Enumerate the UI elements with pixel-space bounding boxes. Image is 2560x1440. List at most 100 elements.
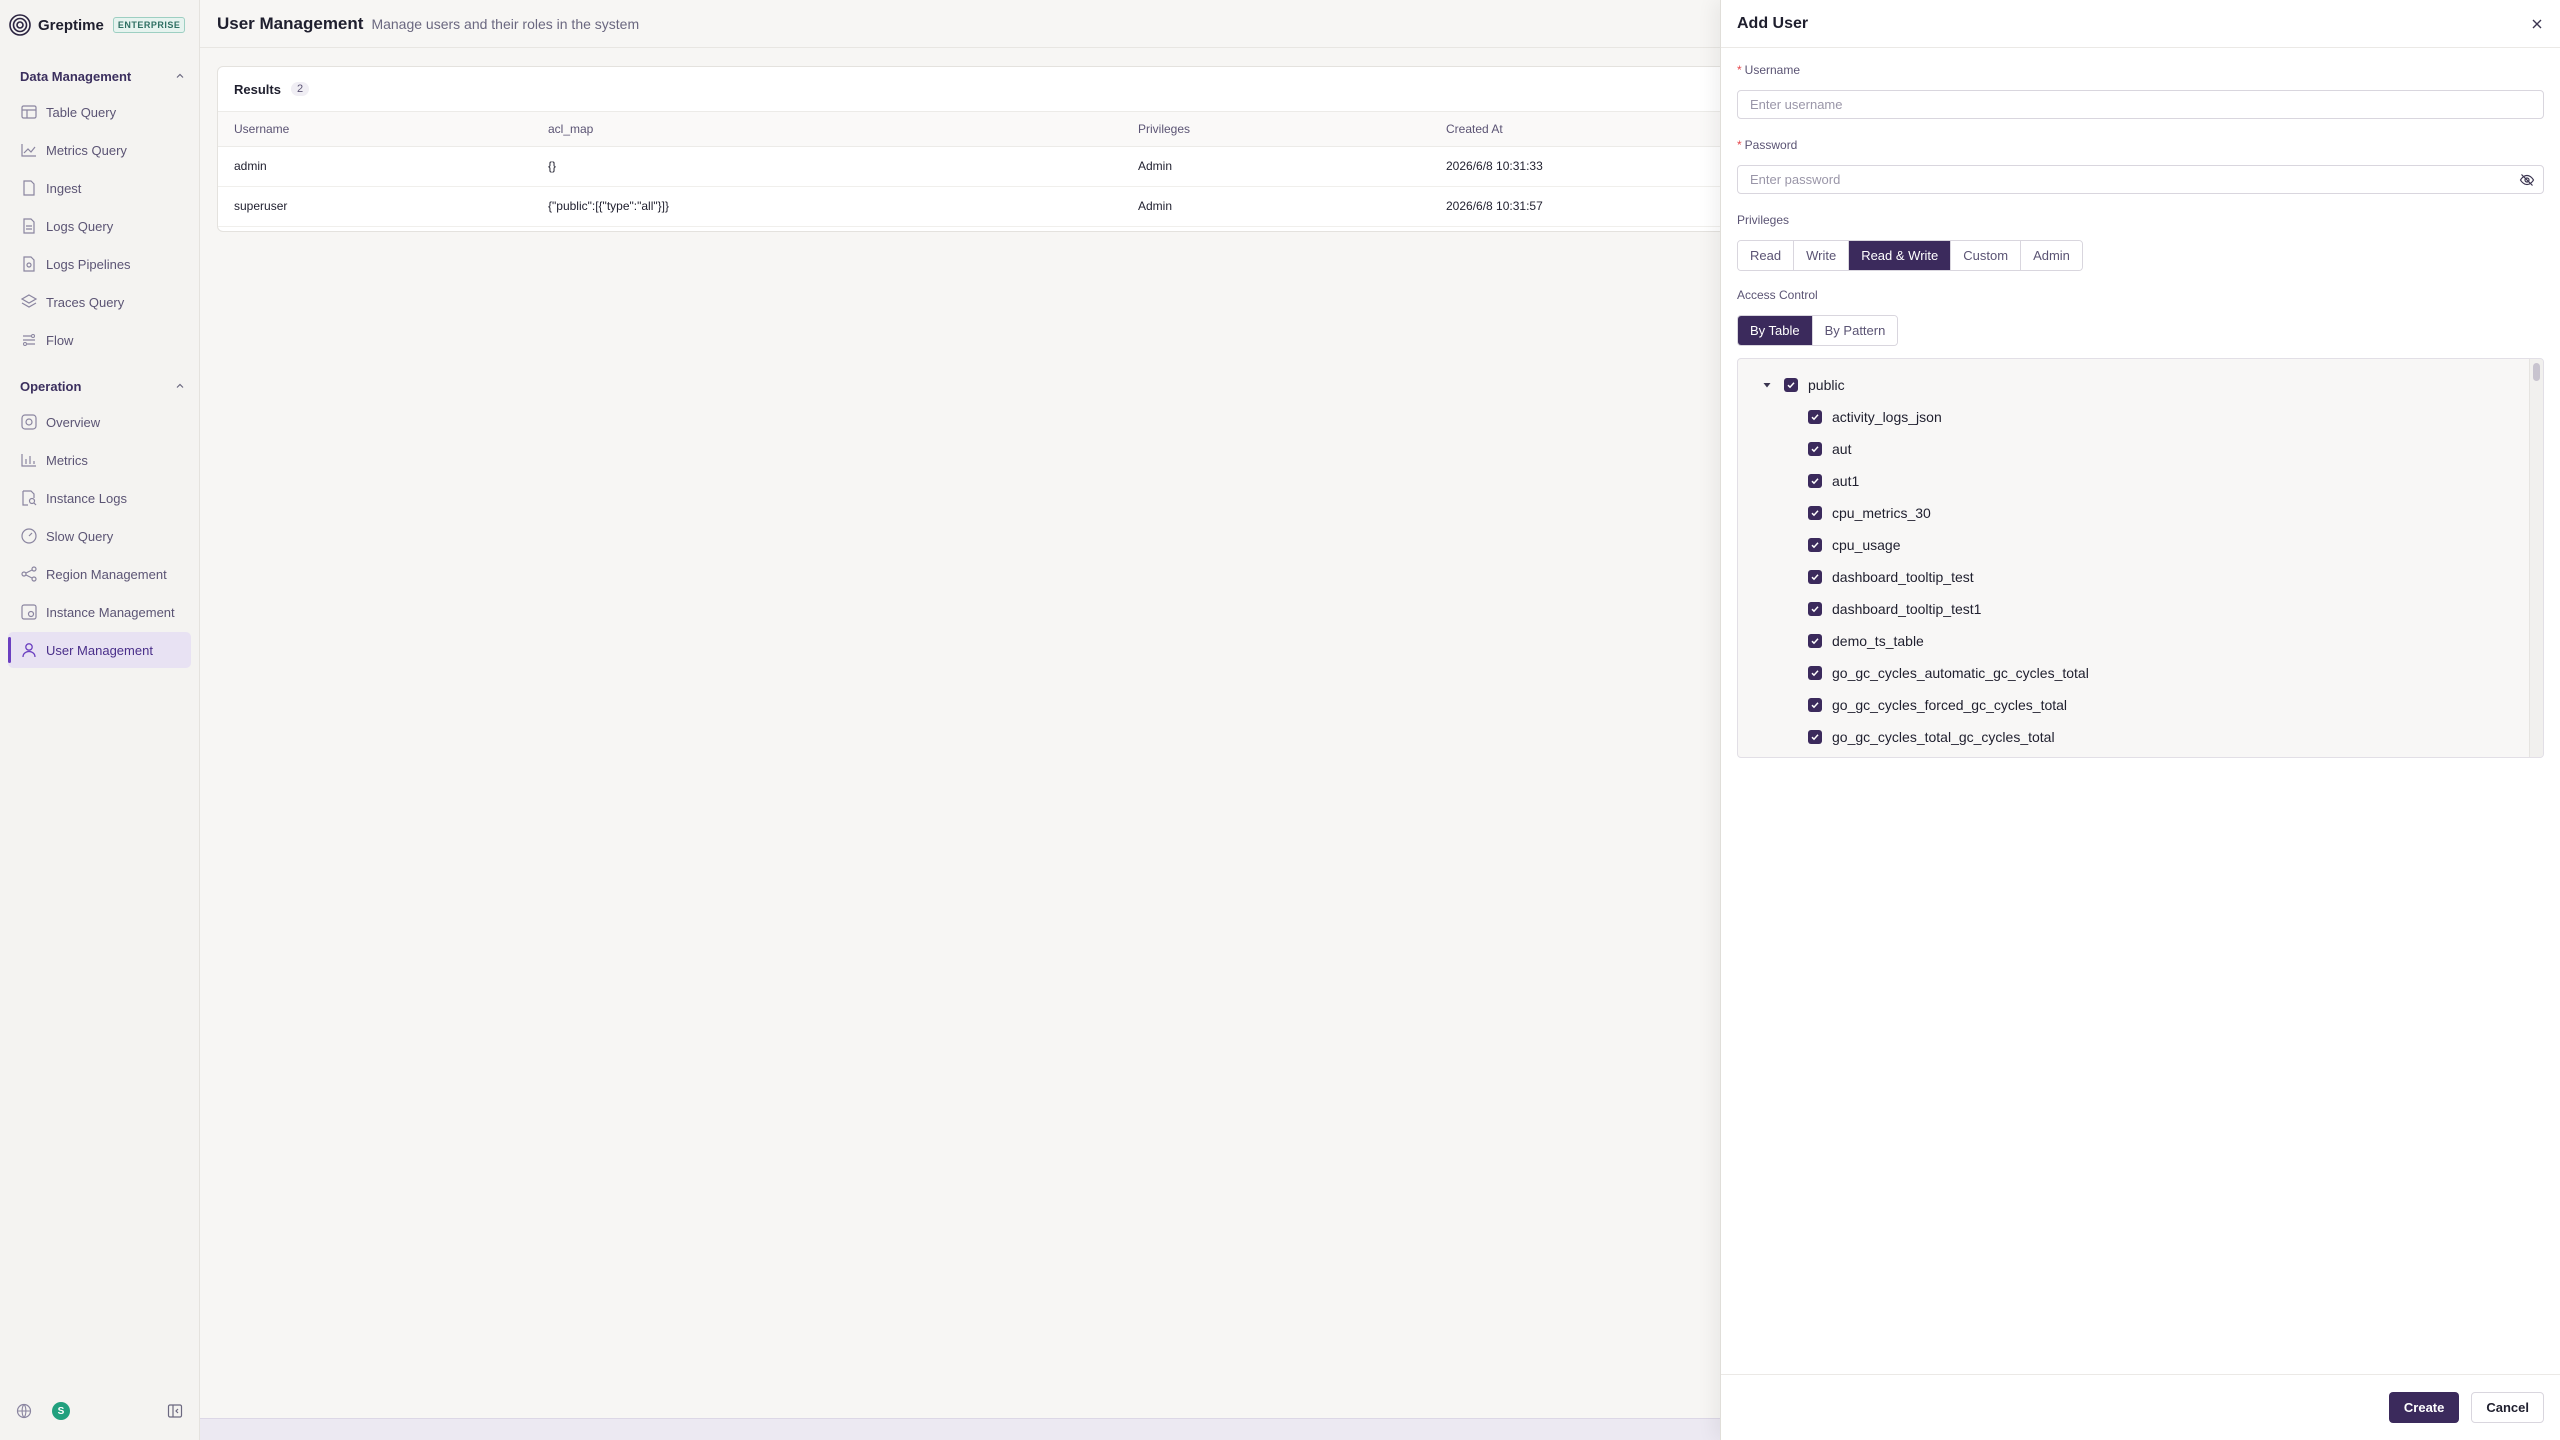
sidebar-item-label: Region Management	[46, 566, 167, 582]
section-header-operation[interactable]: Operation	[0, 376, 199, 396]
privilege-option-read-write[interactable]: Read & Write	[1849, 241, 1952, 270]
checkbox-checked[interactable]	[1808, 410, 1822, 424]
drawer-title: Add User	[1737, 14, 1809, 32]
privileges-segmented-control: Read Write Read & Write Custom Admin	[1737, 240, 2083, 271]
required-marker: *	[1737, 63, 1742, 77]
avatar[interactable]: S	[52, 1402, 70, 1420]
privilege-option-admin[interactable]: Admin	[2021, 241, 2082, 270]
sidebar-item-slow-query[interactable]: Slow Query	[8, 518, 191, 554]
sidebar-item-label: Metrics	[46, 452, 88, 468]
checkbox-checked[interactable]	[1808, 474, 1822, 488]
sidebar-item-region-management[interactable]: Region Management	[8, 556, 191, 592]
access-mode-by-pattern[interactable]: By Pattern	[1812, 316, 1898, 345]
tree-node-table[interactable]: cpu_metrics_30	[1738, 497, 2543, 529]
tree-node-table[interactable]: demo_ts_table	[1738, 625, 2543, 657]
search-doc-icon	[22, 490, 37, 506]
column-header-username[interactable]: Username	[218, 112, 532, 147]
checkbox-checked[interactable]	[1808, 634, 1822, 648]
privilege-option-read[interactable]: Read	[1738, 241, 1795, 270]
checkbox-checked[interactable]	[1808, 538, 1822, 552]
username-label: * Username	[1737, 62, 2544, 78]
brand[interactable]: Greptime ENTERPRISE	[0, 0, 199, 50]
username-input[interactable]: Enter username	[1737, 90, 2544, 119]
tree-node-label: dashboard_tooltip_test	[1832, 569, 1974, 585]
column-header-created-at[interactable]: Created At	[1430, 112, 1756, 147]
sidebar-item-flow[interactable]: Flow	[8, 322, 191, 358]
overview-icon	[21, 414, 37, 430]
tree-node-table[interactable]: aut1	[1738, 465, 2543, 497]
checkbox-checked[interactable]	[1808, 442, 1822, 456]
scrollbar-thumb[interactable]	[2533, 363, 2540, 381]
column-header-privileges[interactable]: Privileges	[1122, 112, 1430, 147]
tree-node-table[interactable]: activity_logs_json	[1738, 401, 2543, 433]
status-bar	[200, 1418, 1720, 1440]
tree-node-table[interactable]: go_gc_cycles_total_gc_cycles_total	[1738, 721, 2543, 753]
page-header: User Management Manage users and their r…	[200, 0, 1720, 48]
layers-icon	[20, 294, 38, 308]
caret-down-icon[interactable]	[1762, 380, 1772, 390]
file-text-icon	[23, 218, 35, 234]
gauge-icon	[21, 528, 37, 544]
password-input[interactable]: Enter password	[1737, 165, 2544, 194]
cancel-button[interactable]: Cancel	[2471, 1392, 2544, 1423]
sidebar-item-instance-logs[interactable]: Instance Logs	[8, 480, 191, 516]
privilege-option-write[interactable]: Write	[1794, 241, 1850, 270]
cell-privileges: Admin	[1122, 186, 1430, 227]
cell-username: superuser	[218, 186, 532, 227]
sidebar-item-logs-query[interactable]: Logs Query	[8, 208, 191, 244]
bar-chart-icon	[21, 454, 36, 467]
table-tree: public activity_logs_jsonaut aut1 cpu_metr…	[1737, 358, 2544, 758]
sidebar-item-metrics[interactable]: Metrics	[8, 442, 191, 478]
section-header-data-management[interactable]: Data Management	[0, 66, 199, 86]
cell-username: admin	[218, 146, 532, 187]
access-mode-by-table[interactable]: By Table	[1738, 316, 1813, 345]
tree-node-public[interactable]: public	[1738, 369, 2543, 401]
checkbox-checked[interactable]	[1808, 506, 1822, 520]
sidebar-item-table-query[interactable]: Table Query	[8, 94, 191, 130]
sidebar-item-overview[interactable]: Overview	[8, 404, 191, 440]
tree-scrollbar[interactable]	[2529, 359, 2543, 757]
results-header: Results 2	[218, 67, 1756, 112]
tree-node-table[interactable]: dashboard_tooltip_test	[1738, 561, 2543, 593]
tree-node-table[interactable]: aut	[1738, 433, 2543, 465]
checkbox-checked[interactable]	[1808, 570, 1822, 584]
chevron-up-icon	[176, 383, 184, 388]
checkbox-checked[interactable]	[1808, 730, 1822, 744]
privilege-option-custom[interactable]: Custom	[1951, 241, 2022, 270]
sidebar-item-metrics-query[interactable]: Metrics Query	[8, 132, 191, 168]
tree-node-label: cpu_metrics_30	[1832, 505, 1931, 521]
tree-node-label: aut1	[1832, 473, 1860, 489]
server-icon	[21, 604, 37, 620]
globe-icon[interactable]	[16, 1403, 32, 1419]
sidebar-item-user-management[interactable]: User Management	[8, 632, 191, 668]
tree-node-table[interactable]: go_gc_cycles_forced_gc_cycles_total	[1738, 689, 2543, 721]
tree-node-label: aut	[1832, 441, 1852, 457]
sidebar-item-label: Slow Query	[46, 528, 114, 544]
checkbox-checked[interactable]	[1808, 666, 1822, 680]
section-operation: Operation Overview Metrics Instance Logs…	[0, 376, 199, 668]
column-header-acl-map[interactable]: acl_map	[532, 112, 1122, 147]
section-title: Operation	[20, 378, 82, 394]
close-icon[interactable]	[2530, 17, 2544, 31]
tree-node-table[interactable]: go_gc_cycles_automatic_gc_cycles_total	[1738, 657, 2543, 689]
sidebar-item-instance-management[interactable]: Instance Management	[8, 594, 191, 630]
drawer-header: Add User	[1721, 0, 2560, 48]
cell-privileges: Admin	[1122, 146, 1430, 187]
eye-off-icon[interactable]	[2519, 172, 2535, 188]
username-label-text: Username	[1744, 63, 1801, 77]
checkbox-checked[interactable]	[1808, 602, 1822, 616]
users-table: Username acl_map Privileges Created At a…	[218, 112, 1756, 227]
add-user-drawer: Add User * Username Enter username * Pas…	[1720, 0, 2560, 1440]
create-button[interactable]: Create	[2388, 1392, 2460, 1423]
table-row[interactable]: admin {} Admin 2026/6/8 10:31:33	[218, 146, 1756, 187]
table-row[interactable]: superuser {"public":[{"type":"all"}]} Ad…	[218, 186, 1756, 227]
checkbox-checked[interactable]	[1784, 378, 1798, 392]
sidebar-item-traces-query[interactable]: Traces Query	[8, 284, 191, 320]
sidebar-item-logs-pipelines[interactable]: Logs Pipelines	[8, 246, 191, 282]
tree-node-table[interactable]: dashboard_tooltip_test1	[1738, 593, 2543, 625]
checkbox-checked[interactable]	[1808, 698, 1822, 712]
sidebar-item-ingest[interactable]: Ingest	[8, 170, 191, 206]
sidebar-collapse-icon[interactable]	[167, 1403, 183, 1419]
tree-node-table[interactable]: cpu_usage	[1738, 529, 2543, 561]
sidebar-item-label: Flow	[46, 332, 74, 348]
